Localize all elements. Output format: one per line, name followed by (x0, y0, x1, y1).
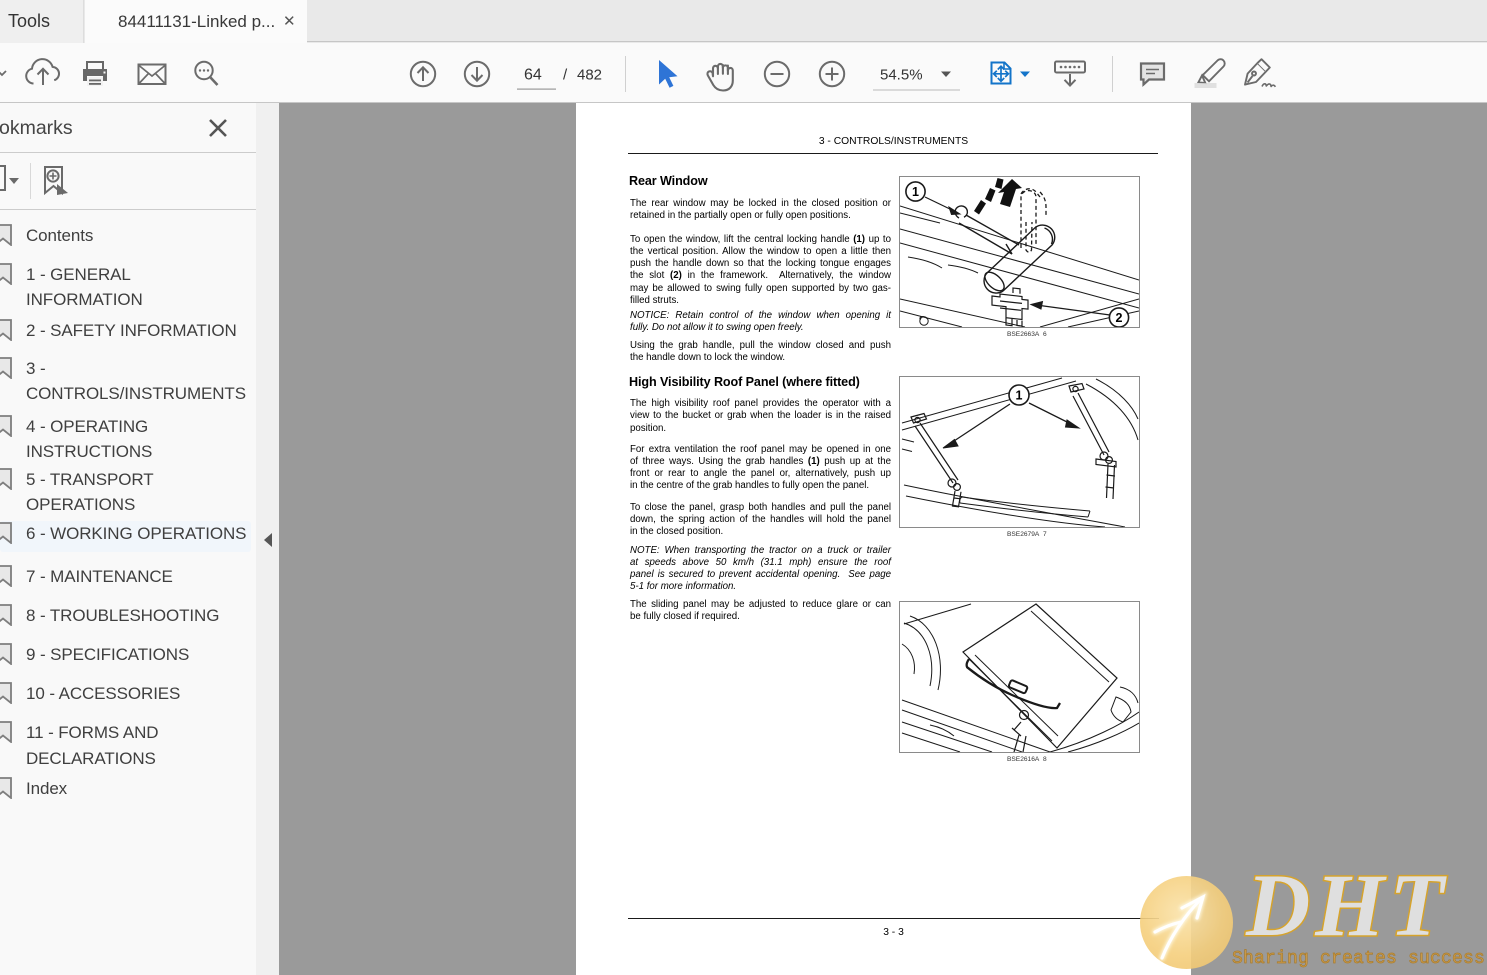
svg-text:2: 2 (1116, 311, 1123, 325)
svg-text:/: / (563, 67, 568, 84)
svg-text:64: 64 (524, 67, 542, 84)
svg-text:DHT: DHT (1245, 857, 1449, 952)
svg-text:482: 482 (577, 67, 602, 84)
svg-text:54.5%: 54.5% (880, 67, 923, 84)
svg-text:1: 1 (1016, 389, 1023, 403)
svg-text:1: 1 (912, 185, 919, 199)
